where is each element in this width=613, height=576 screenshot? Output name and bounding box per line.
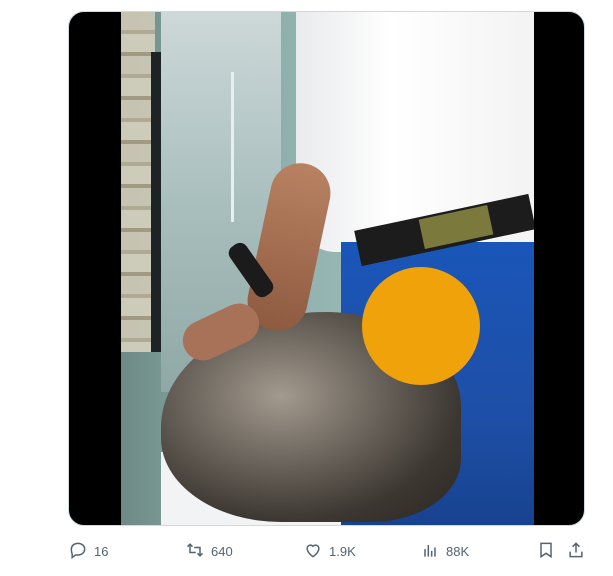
like-button[interactable]: 1.9K <box>303 537 356 565</box>
retweet-count: 640 <box>211 543 233 559</box>
bookmark-button[interactable] <box>536 537 556 565</box>
video-player[interactable] <box>121 12 534 525</box>
bar-chart-icon <box>420 540 440 563</box>
door-frame <box>151 52 161 352</box>
share-icon <box>566 540 586 563</box>
bookmark-icon <box>536 540 556 563</box>
retweet-icon <box>185 540 205 563</box>
curtain <box>121 12 155 352</box>
wall-pipe <box>231 72 234 222</box>
retweet-button[interactable]: 640 <box>185 537 233 565</box>
reply-button[interactable]: 16 <box>68 537 108 565</box>
heart-icon <box>303 540 323 563</box>
censor-blur-circle <box>362 267 480 385</box>
like-count: 1.9K <box>329 543 356 559</box>
media-card[interactable] <box>68 11 585 526</box>
views-button[interactable]: 88K <box>420 537 469 565</box>
reply-icon <box>68 540 88 563</box>
tweet-action-bar: 16 640 1.9K 88K <box>68 537 588 565</box>
reply-count: 16 <box>94 543 109 559</box>
share-button[interactable] <box>566 537 586 565</box>
view-count: 88K <box>446 543 470 559</box>
